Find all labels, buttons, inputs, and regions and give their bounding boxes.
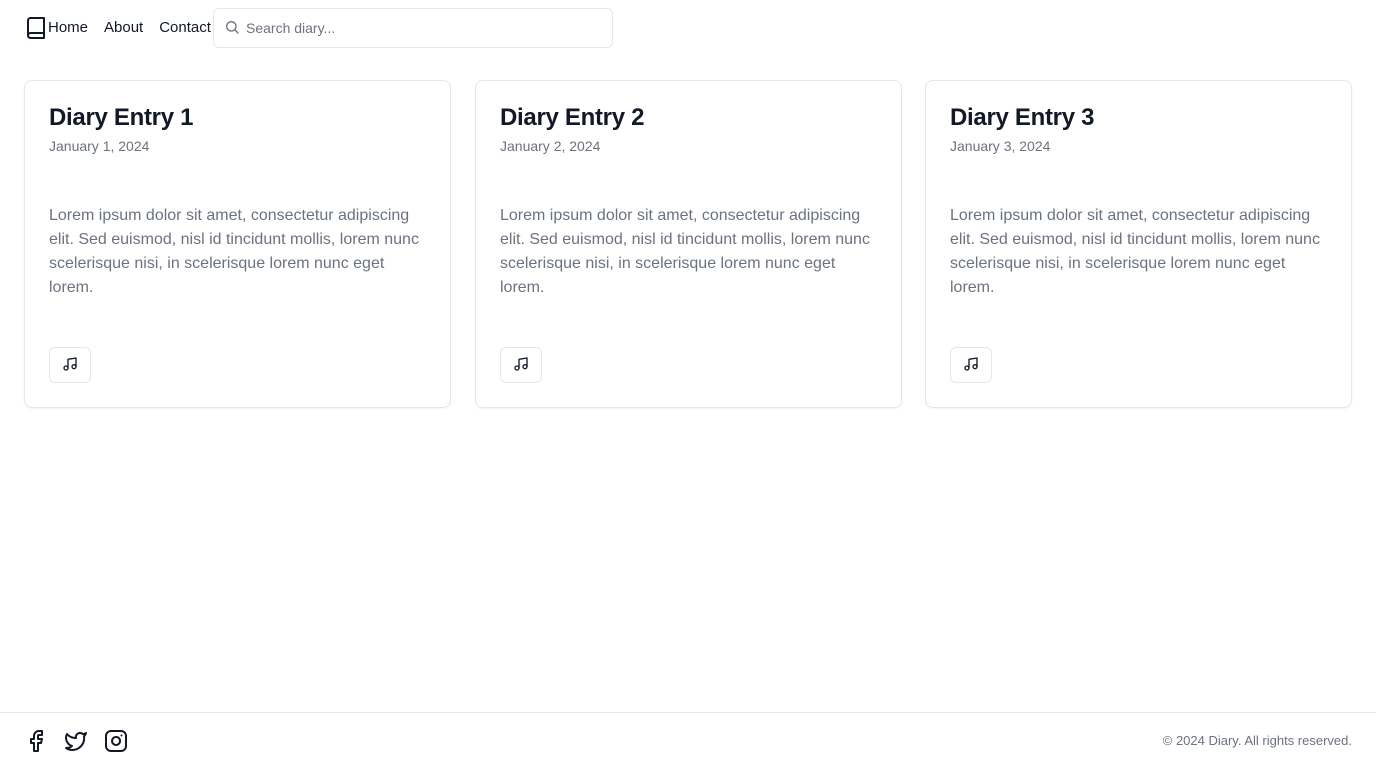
book-icon[interactable] — [26, 17, 46, 39]
entry-title: Diary Entry 1 — [49, 104, 194, 131]
entry-body: Lorem ipsum dolor sit amet, consectetur … — [950, 207, 1320, 296]
entry-date: January 3, 2024 — [950, 138, 1051, 154]
nav-contact-link[interactable]: Contact — [159, 18, 211, 38]
entry-date: January 1, 2024 — [49, 138, 150, 154]
facebook-icon[interactable] — [24, 729, 48, 753]
music-note-icon — [62, 356, 78, 375]
nav-about-link[interactable]: About — [104, 18, 143, 38]
entry-title: Diary Entry 2 — [500, 104, 645, 131]
search-box — [213, 8, 613, 48]
instagram-icon[interactable] — [104, 729, 128, 753]
entry-body: Lorem ipsum dolor sit amet, consectetur … — [49, 207, 419, 296]
play-music-button[interactable] — [500, 347, 542, 383]
nav-home-link[interactable]: Home — [48, 18, 88, 38]
diary-entry-card: Diary Entry 1 January 1, 2024 Lorem ipsu… — [24, 80, 451, 408]
header: Home About Contact — [0, 0, 1376, 56]
search-icon — [224, 19, 240, 35]
twitter-icon[interactable] — [64, 729, 88, 753]
music-note-icon — [513, 356, 529, 375]
entry-body: Lorem ipsum dolor sit amet, consectetur … — [500, 207, 870, 296]
play-music-button[interactable] — [49, 347, 91, 383]
copyright-text: © 2024 Diary. All rights reserved. — [1162, 733, 1352, 748]
main-nav: Home About Contact — [48, 18, 227, 38]
search-input[interactable] — [246, 9, 606, 47]
music-note-icon — [963, 356, 979, 375]
page: Home About Contact Diary Entry 1 January… — [0, 0, 1376, 768]
entry-date: January 2, 2024 — [500, 138, 601, 154]
diary-entry-card: Diary Entry 2 January 2, 2024 Lorem ipsu… — [475, 80, 902, 408]
entry-title: Diary Entry 3 — [950, 104, 1095, 131]
diary-entry-card: Diary Entry 3 January 3, 2024 Lorem ipsu… — [925, 80, 1352, 408]
footer: © 2024 Diary. All rights reserved. — [0, 712, 1376, 768]
play-music-button[interactable] — [950, 347, 992, 383]
